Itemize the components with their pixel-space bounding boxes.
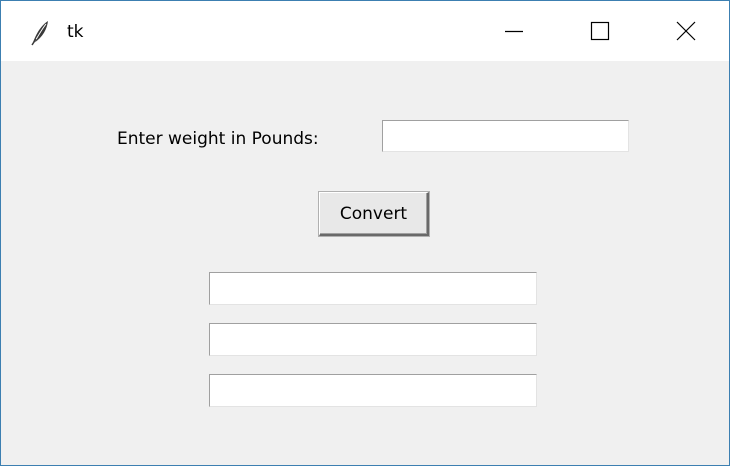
- feather-icon: [29, 19, 51, 47]
- minimize-icon: [504, 21, 524, 41]
- app-window: tk Enter weight in Pounds: Convert: [0, 0, 730, 466]
- window-title: tk: [67, 22, 84, 42]
- result-field-2[interactable]: [209, 323, 537, 356]
- close-icon: [676, 21, 696, 41]
- result-field-3[interactable]: [209, 374, 537, 407]
- result-field-1[interactable]: [209, 272, 537, 305]
- weight-input[interactable]: [382, 120, 629, 152]
- minimize-button[interactable]: [471, 1, 557, 61]
- title-bar[interactable]: tk: [1, 1, 729, 61]
- close-button[interactable]: [643, 1, 729, 61]
- convert-button[interactable]: Convert: [319, 192, 429, 236]
- client-area: Enter weight in Pounds: Convert: [1, 61, 729, 465]
- maximize-button[interactable]: [557, 1, 643, 61]
- weight-label: Enter weight in Pounds:: [117, 129, 319, 149]
- maximize-icon: [590, 21, 610, 41]
